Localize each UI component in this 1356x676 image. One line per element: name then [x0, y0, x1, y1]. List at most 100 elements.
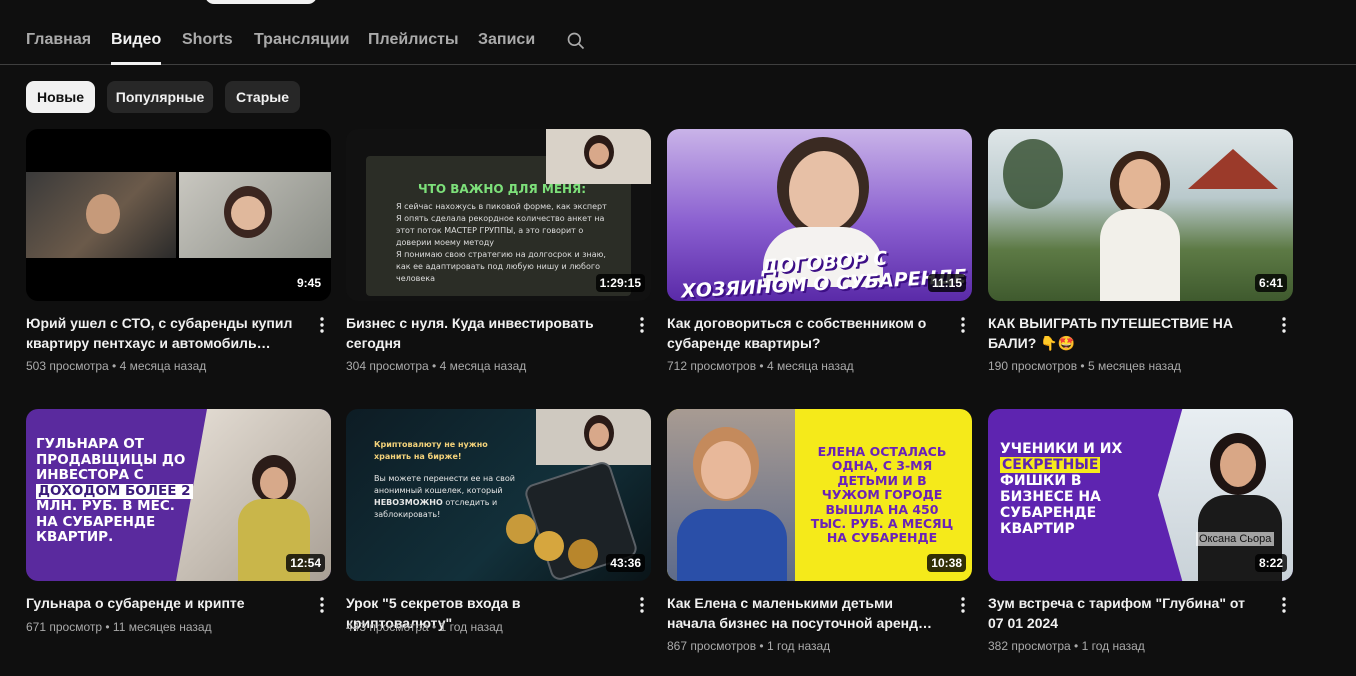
caption-line: БИЗНЕСЕ НА: [1000, 489, 1101, 506]
slide-body: Вы можете перенести ее на свой анонимный…: [374, 473, 524, 521]
upload-age: 11 месяцев назад: [112, 620, 212, 634]
video-card[interactable]: ДОГОВОР С ХОЗЯИНОМ О СУБАРЕНДЕ 11:15 Как…: [667, 129, 972, 373]
caption-line: МЛН. РУБ. В МЕС.: [36, 498, 175, 515]
view-count: 443 просмотра: [346, 620, 429, 634]
upload-age: 4 месяца назад: [119, 359, 207, 373]
duration-badge: 12:54: [286, 554, 325, 572]
video-thumbnail[interactable]: 9:45: [26, 129, 331, 301]
duration-badge: 43:36: [606, 554, 645, 572]
caption-line: ИНВЕСТОРА С: [36, 467, 144, 484]
tab-posts[interactable]: Записи: [478, 31, 535, 49]
tab-streams[interactable]: Трансляции: [254, 31, 349, 49]
slide-bullet: Я понимаю свою стратегию на долгосрок и …: [396, 250, 606, 283]
coin: [568, 539, 598, 569]
view-count: 304 просмотра: [346, 359, 429, 373]
video-meta: 304 просмотра • 4 месяца назад: [346, 359, 527, 373]
guest-photo: [667, 409, 795, 581]
more-actions-icon[interactable]: [1274, 595, 1294, 615]
view-count: 503 просмотра: [26, 359, 109, 373]
video-title[interactable]: Как Елена с маленькими детьми начала биз…: [667, 593, 937, 633]
gazebo-roof: [1188, 149, 1278, 189]
participant-video-left: [26, 172, 176, 258]
caption-line: УЧЕНИКИ И ИХ: [1000, 441, 1123, 457]
tab-shorts[interactable]: Shorts: [182, 31, 233, 49]
speaker-video: [546, 129, 651, 184]
video-thumbnail[interactable]: Криптовалюту не нужно хранить на бирже! …: [346, 409, 651, 581]
slide-body-emphasis: НЕВОЗМОЖНО: [374, 498, 443, 507]
participant-video-right: [179, 172, 331, 258]
duration-badge: 11:15: [927, 274, 966, 292]
video-card[interactable]: 9:45 Юрий ушел с СТО, с субаренды купил …: [26, 129, 331, 373]
more-actions-icon[interactable]: [632, 315, 652, 335]
more-actions-icon[interactable]: [1274, 315, 1294, 335]
chip-oldest[interactable]: Старые: [225, 81, 300, 113]
video-title[interactable]: Как договориться с собственником о субар…: [667, 313, 937, 353]
duration-badge: 9:45: [292, 274, 325, 292]
video-card[interactable]: ГУЛЬНАРА ОТ ПРОДАВЩИЦЫ ДО ИНВЕСТОРА С ДО…: [26, 409, 331, 634]
video-card[interactable]: Криптовалюту не нужно хранить на бирже! …: [346, 409, 651, 634]
caption-line: КВАРТИР: [1000, 521, 1075, 538]
video-meta: 867 просмотров • 1 год назад: [667, 639, 831, 653]
duration-badge: 10:38: [927, 554, 966, 572]
view-count: 671 просмотр: [26, 620, 103, 634]
caption-line-highlight: ДОХОДОМ БОЛЕЕ 2: [36, 482, 193, 500]
video-title[interactable]: Юрий ушел с СТО, с субаренды купил кварт…: [26, 313, 296, 353]
slide-question: Криптовалюту не нужно хранить на бирже!: [374, 440, 488, 461]
video-thumbnail[interactable]: ГУЛЬНАРА ОТ ПРОДАВЩИЦЫ ДО ИНВЕСТОРА С ДО…: [26, 409, 331, 581]
view-count: 867 просмотров: [667, 639, 757, 653]
more-actions-icon[interactable]: [953, 315, 973, 335]
video-card[interactable]: 6:41 КАК ВЫИГРАТЬ ПУТЕШЕСТВИЕ НА БАЛИ? 👇…: [988, 129, 1293, 373]
slide-bullets: Я сейчас нахожусь в пиковой форме, как э…: [396, 201, 616, 285]
video-thumbnail[interactable]: УЧЕНИКИ И ИХ СЕКРЕТНЫЕ ФИШКИ В БИЗНЕСЕ Н…: [988, 409, 1293, 581]
more-actions-icon[interactable]: [632, 595, 652, 615]
upload-age: 4 месяца назад: [766, 359, 854, 373]
caption-line: СУБАРЕНДЕ: [1000, 505, 1097, 522]
upload-age: 1 год назад: [439, 620, 503, 634]
more-actions-icon[interactable]: [312, 315, 332, 335]
video-title[interactable]: КАК ВЫИГРАТЬ ПУТЕШЕСТВИЕ НА БАЛИ? 👇🤩: [988, 313, 1258, 353]
video-thumbnail[interactable]: 6:41: [988, 129, 1293, 301]
top-search-box-edge: [205, 0, 317, 4]
video-meta: 190 просмотров • 5 месяцев назад: [988, 359, 1181, 373]
slide-body-text: Вы можете перенести ее на свой анонимный…: [374, 474, 515, 495]
presenter-body: [1100, 209, 1180, 301]
video-meta: 712 просмотров • 4 месяца назад: [667, 359, 854, 373]
thumbnail-caption: ЕЛЕНА ОСТАЛАСЬ ОДНА, С 3-МЯ ДЕТЬМИ И В Ч…: [810, 444, 954, 546]
search-icon[interactable]: [566, 31, 586, 51]
more-actions-icon[interactable]: [953, 595, 973, 615]
duration-badge: 8:22: [1254, 554, 1287, 572]
chip-newest[interactable]: Новые: [26, 81, 95, 113]
duration-badge: 6:41: [1254, 274, 1287, 292]
video-thumbnail[interactable]: ЧТО ВАЖНО ДЛЯ МЕНЯ: Я сейчас нахожусь в …: [346, 129, 651, 301]
duration-badge: 1:29:15: [595, 274, 645, 292]
video-meta: 382 просмотра • 1 год назад: [988, 639, 1145, 653]
caption-line: ГУЛЬНАРА ОТ: [36, 436, 144, 452]
video-card[interactable]: ЧТО ВАЖНО ДЛЯ МЕНЯ: Я сейчас нахожусь в …: [346, 129, 651, 373]
more-actions-icon[interactable]: [312, 595, 332, 615]
upload-age: 5 месяцев назад: [1087, 359, 1181, 373]
presenter-face: [789, 151, 859, 231]
caption-line: ПРОДАВЩИЦЫ ДО: [36, 451, 186, 468]
tab-playlists[interactable]: Плейлисты: [368, 31, 459, 49]
video-thumbnail[interactable]: ЕЛЕНА ОСТАЛАСЬ ОДНА, С 3-МЯ ДЕТЬМИ И В Ч…: [667, 409, 972, 581]
slide-bullet: Я опять сделала рекордное количество анк…: [396, 214, 605, 247]
thumbnail-caption: УЧЕНИКИ И ИХ СЕКРЕТНЫЕ ФИШКИ В БИЗНЕСЕ Н…: [1000, 441, 1122, 538]
video-card[interactable]: ЕЛЕНА ОСТАЛАСЬ ОДНА, С 3-МЯ ДЕТЬМИ И В Ч…: [667, 409, 972, 653]
tab-videos[interactable]: Видео: [111, 31, 162, 65]
speaker-video: [536, 409, 651, 465]
video-title[interactable]: Зум встреча с тарифом "Глубина" от 07 01…: [988, 593, 1258, 633]
chip-popular[interactable]: Популярные: [107, 81, 213, 113]
video-meta: 671 просмотр • 11 месяцев назад: [26, 620, 212, 634]
caption-line: КВАРТИР.: [36, 529, 114, 546]
video-card[interactable]: УЧЕНИКИ И ИХ СЕКРЕТНЫЕ ФИШКИ В БИЗНЕСЕ Н…: [988, 409, 1293, 653]
presenter-face: [1119, 159, 1161, 209]
upload-age: 4 месяца назад: [439, 359, 527, 373]
video-title[interactable]: Бизнес с нуля. Куда инвестировать сегодн…: [346, 313, 616, 353]
tab-home[interactable]: Главная: [26, 31, 91, 49]
channel-tabs: Главная Видео Shorts Трансляции Плейлист…: [0, 20, 1356, 65]
view-count: 382 просмотра: [988, 639, 1071, 653]
video-meta: 503 просмотра • 4 месяца назад: [26, 359, 207, 373]
video-title[interactable]: Гульнара о субаренде и крипте: [26, 593, 296, 613]
video-thumbnail[interactable]: ДОГОВОР С ХОЗЯИНОМ О СУБАРЕНДЕ 11:15: [667, 129, 972, 301]
upload-age: 1 год назад: [766, 639, 831, 653]
